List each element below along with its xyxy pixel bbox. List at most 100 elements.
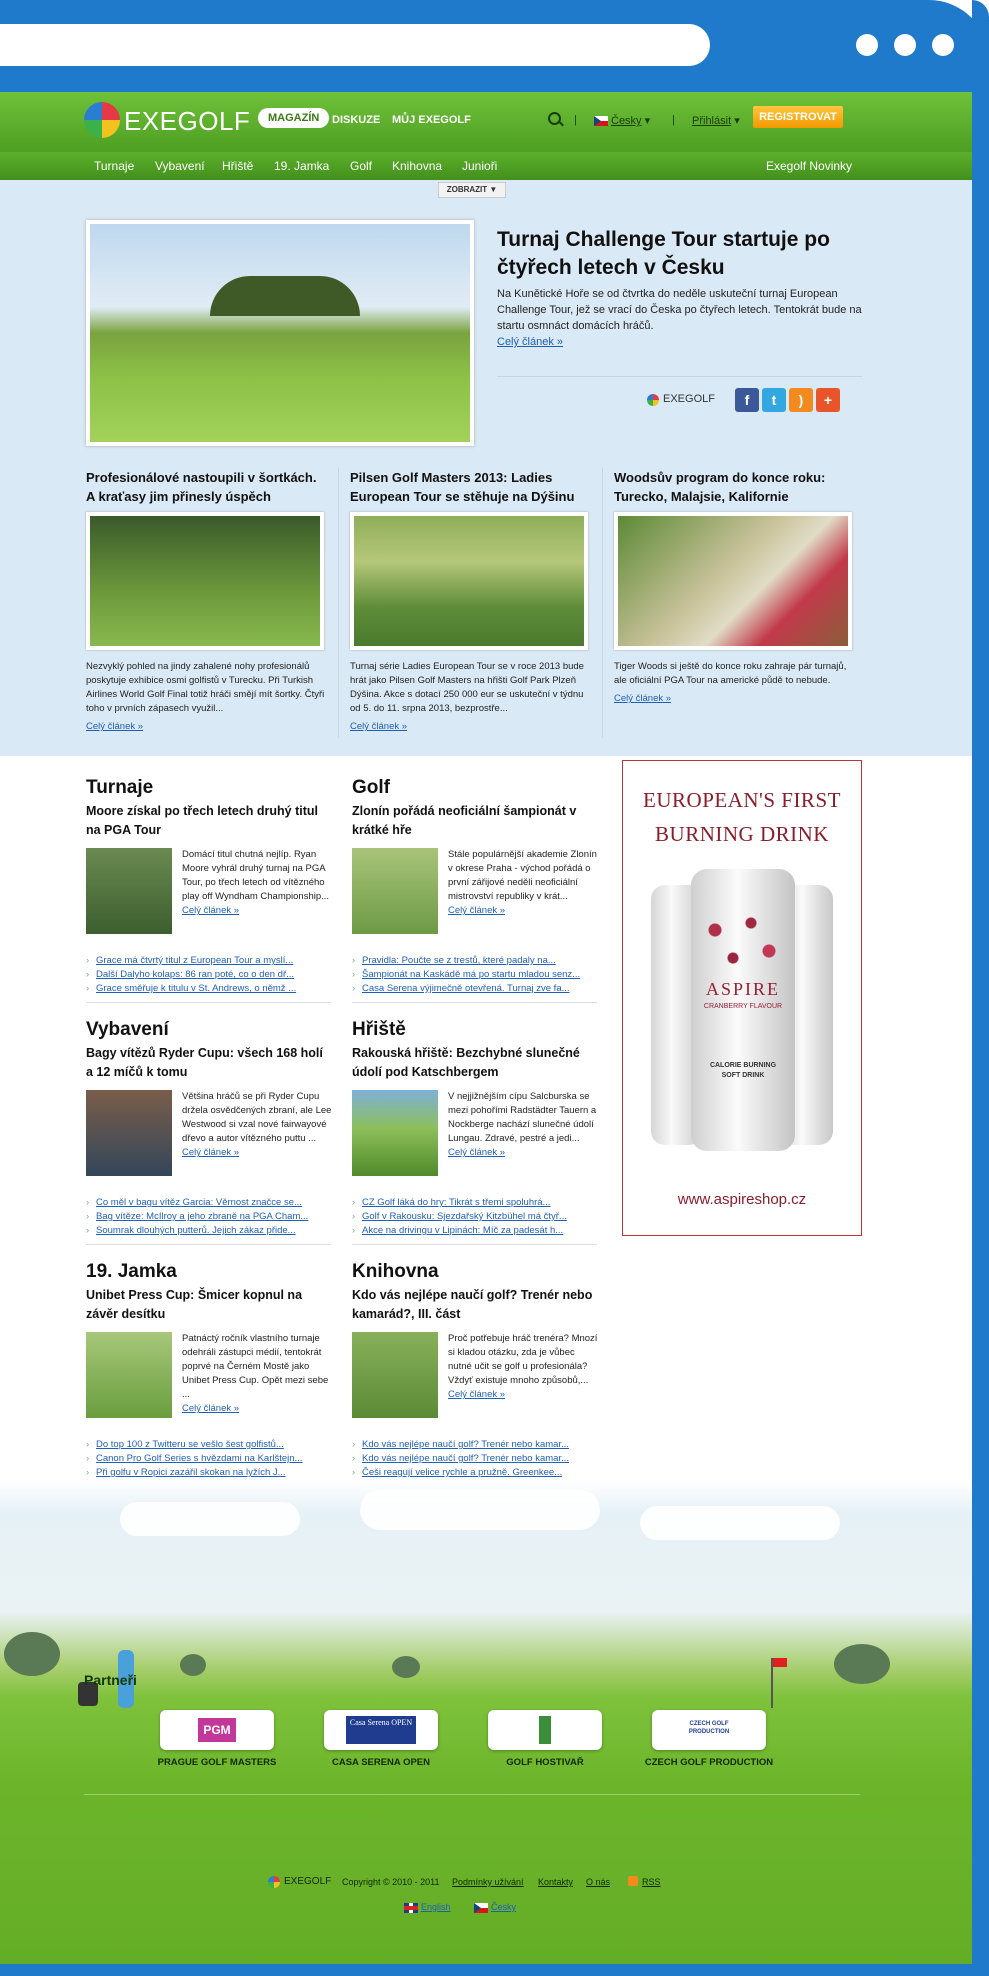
section-link[interactable]: Kdo vás nejlépe naučí golf? Trenér nebo … bbox=[362, 1439, 569, 1450]
section-link[interactable]: Co měl v bagu vítěz Garcia: Věrnost znač… bbox=[96, 1197, 302, 1208]
hero-read-more-link[interactable]: Celý článek » bbox=[497, 336, 563, 348]
footer-link-about[interactable]: O nás bbox=[586, 1877, 610, 1887]
section-article-title[interactable]: Zlonín pořádá neoficiální šampionát v kr… bbox=[352, 802, 597, 840]
section-link[interactable]: Bag vítěze: McIlroy a jeho zbraně na PGA… bbox=[96, 1211, 308, 1222]
window-dot-1[interactable] bbox=[856, 34, 878, 56]
nav-magazin[interactable]: MAGAZÍN bbox=[258, 108, 330, 128]
section-heading[interactable]: Knihovna bbox=[352, 1260, 597, 1284]
section-read-more-link[interactable]: Celý článek » bbox=[182, 1403, 239, 1414]
section-article-title[interactable]: Moore získal po třech letech druhý titul… bbox=[86, 802, 331, 840]
section-thumbnail[interactable] bbox=[86, 1090, 172, 1176]
section-thumbnail[interactable] bbox=[86, 848, 172, 934]
section-link[interactable]: Grace směřuje k titulu v St. Andrews, o … bbox=[96, 983, 296, 994]
search-icon[interactable] bbox=[548, 112, 561, 125]
language-select[interactable]: Česky ▾ bbox=[594, 114, 650, 127]
address-bar[interactable] bbox=[0, 24, 710, 66]
partner-label[interactable]: PRAGUE GOLF MASTERS bbox=[142, 1756, 292, 1769]
language-czech[interactable]: Česky bbox=[474, 1902, 516, 1913]
section-link[interactable]: Casa Serena výjimečně otevřená. Turnaj z… bbox=[362, 983, 570, 994]
featured-title-3[interactable]: Woodsův program do konce roku: Turecko, … bbox=[614, 468, 854, 506]
section-link[interactable]: Akce na drivingu v Lipinách: Míč za pade… bbox=[362, 1225, 563, 1236]
hero-title[interactable]: Turnaj Challenge Tour startuje po čtyřec… bbox=[497, 226, 867, 282]
site-logo-text[interactable]: EXEGOLF bbox=[124, 106, 250, 137]
featured-image-1[interactable] bbox=[86, 512, 324, 650]
section-link[interactable]: Při golfu v Ropici zazářil skokan na lyž… bbox=[96, 1467, 286, 1478]
window-dot-3[interactable] bbox=[932, 34, 954, 56]
login-link[interactable]: Přihlásit ▾ bbox=[692, 114, 740, 127]
section-read-more-link[interactable]: Celý článek » bbox=[182, 1147, 239, 1158]
featured-read-more-2[interactable]: Celý článek » bbox=[350, 721, 407, 732]
partner-label[interactable]: GOLF HOSTIVAŘ bbox=[470, 1756, 620, 1769]
footer-logo-text[interactable]: EXEGOLF bbox=[284, 1876, 331, 1887]
section-thumbnail[interactable] bbox=[352, 848, 438, 934]
section-link[interactable]: Pravidla: Poučte se z trestů, které pada… bbox=[362, 955, 556, 966]
partner-label[interactable]: CZECH GOLF PRODUCTION bbox=[634, 1756, 784, 1769]
footer-link-contacts[interactable]: Kontakty bbox=[538, 1877, 573, 1887]
section-link[interactable]: Češi reagují velice rychle a pružně. Gre… bbox=[362, 1467, 562, 1478]
featured-image-3[interactable] bbox=[614, 512, 852, 650]
subnav-vybaveni[interactable]: Vybavení bbox=[155, 159, 205, 173]
section-heading[interactable]: Golf bbox=[352, 776, 597, 800]
partner-label[interactable]: CASA SERENA OPEN bbox=[306, 1756, 456, 1769]
section-link[interactable]: Golf v Rakousku: Sjezdařský Kitzbühel má… bbox=[362, 1211, 567, 1222]
subnav-juniori[interactable]: Junioři bbox=[462, 159, 497, 173]
hero-image[interactable] bbox=[86, 220, 474, 446]
section-thumbnail[interactable] bbox=[352, 1332, 438, 1418]
section-thumbnail[interactable] bbox=[86, 1332, 172, 1418]
featured-title-1[interactable]: Profesionálové nastoupili v šortkách. A … bbox=[86, 468, 326, 506]
partner-card-pgm[interactable]: PGM bbox=[160, 1710, 274, 1750]
subnav-exegolf-novinky[interactable]: Exegolf Novinky bbox=[766, 159, 852, 173]
footer-link-terms[interactable]: Podmínky užívání bbox=[452, 1877, 524, 1887]
partner-card-czech-golf-production[interactable]: CZECH GOLF PRODUCTION bbox=[652, 1710, 766, 1750]
section-link[interactable]: Šampionát na Kaskádě má po startu mladou… bbox=[362, 969, 580, 980]
featured-image-2[interactable] bbox=[350, 512, 588, 650]
section-link[interactable]: Soumrak dlouhých putterů. Jejich zákaz p… bbox=[96, 1225, 296, 1236]
section-read-more-link[interactable]: Celý článek » bbox=[448, 1389, 505, 1400]
ad-url[interactable]: www.aspireshop.cz bbox=[623, 1191, 861, 1208]
register-button[interactable]: REGISTROVAT bbox=[753, 106, 843, 128]
section-read-more-link[interactable]: Celý článek » bbox=[448, 1147, 505, 1158]
language-czech-link[interactable]: Česky bbox=[491, 1902, 516, 1912]
share-plus-icon[interactable]: + bbox=[816, 388, 840, 412]
featured-read-more-3[interactable]: Celý článek » bbox=[614, 693, 671, 704]
section-heading[interactable]: 19. Jamka bbox=[86, 1260, 331, 1284]
section-heading[interactable]: Vybavení bbox=[86, 1018, 331, 1042]
rss-icon[interactable]: ) bbox=[789, 388, 813, 412]
advertisement-banner[interactable]: EUROPEAN'S FIRST BURNING DRINK ASPIRE CRA… bbox=[622, 760, 862, 1236]
section-link[interactable]: Další Dalyho kolaps: 86 ran poté, co o d… bbox=[96, 969, 294, 980]
section-article-title[interactable]: Bagy vítězů Ryder Cupu: všech 168 holí a… bbox=[86, 1044, 331, 1082]
zobrazit-toggle[interactable]: ZOBRAZIT ▼ bbox=[438, 182, 506, 198]
section-link[interactable]: CZ Golf láká do hry: Tikrát s třemi spol… bbox=[362, 1197, 550, 1208]
exegolf-logo-icon[interactable] bbox=[268, 1876, 280, 1888]
section-article-title[interactable]: Unibet Press Cup: Šmicer kopnul na závěr… bbox=[86, 1286, 331, 1324]
section-read-more-link[interactable]: Celý článek » bbox=[182, 905, 239, 916]
partner-card-golf-hostivar[interactable] bbox=[488, 1710, 602, 1750]
rss-icon[interactable] bbox=[628, 1876, 638, 1886]
partner-card-casa-serena[interactable]: Casa Serena OPEN bbox=[324, 1710, 438, 1750]
featured-read-more-1[interactable]: Celý článek » bbox=[86, 721, 143, 732]
subnav-19-jamka[interactable]: 19. Jamka bbox=[274, 159, 329, 173]
section-heading[interactable]: Hřiště bbox=[352, 1018, 597, 1042]
nav-muj-exegolf[interactable]: MŮJ EXEGOLF bbox=[392, 114, 471, 126]
section-link[interactable]: Canon Pro Golf Series s hvězdami na Karl… bbox=[96, 1453, 302, 1464]
featured-title-2[interactable]: Pilsen Golf Masters 2013: Ladies Europea… bbox=[350, 468, 590, 506]
footer-link-rss[interactable]: RSS bbox=[642, 1877, 661, 1887]
section-thumbnail[interactable] bbox=[352, 1090, 438, 1176]
section-read-more-link[interactable]: Celý článek » bbox=[448, 905, 505, 916]
facebook-icon[interactable]: f bbox=[735, 388, 759, 412]
subnav-knihovna[interactable]: Knihovna bbox=[392, 159, 442, 173]
exegolf-logo-icon[interactable] bbox=[84, 102, 120, 138]
section-article-title[interactable]: Kdo vás nejlépe naučí golf? Trenér nebo … bbox=[352, 1286, 597, 1324]
nav-diskuze[interactable]: DISKUZE bbox=[332, 114, 380, 126]
language-english[interactable]: English bbox=[404, 1902, 451, 1913]
window-dot-2[interactable] bbox=[894, 34, 916, 56]
subnav-hriste[interactable]: Hřiště bbox=[222, 159, 253, 173]
section-link[interactable]: Kdo vás nejlépe naučí golf? Trenér nebo … bbox=[362, 1453, 569, 1464]
subnav-golf[interactable]: Golf bbox=[350, 159, 372, 173]
section-heading[interactable]: Turnaje bbox=[86, 776, 331, 800]
language-english-link[interactable]: English bbox=[421, 1902, 451, 1912]
twitter-icon[interactable]: t bbox=[762, 388, 786, 412]
subnav-turnaje[interactable]: Turnaje bbox=[94, 159, 134, 173]
section-link[interactable]: Do top 100 z Twitteru se vešlo šest golf… bbox=[96, 1439, 284, 1450]
section-article-title[interactable]: Rakouská hřiště: Bezchybné slunečné údol… bbox=[352, 1044, 597, 1082]
